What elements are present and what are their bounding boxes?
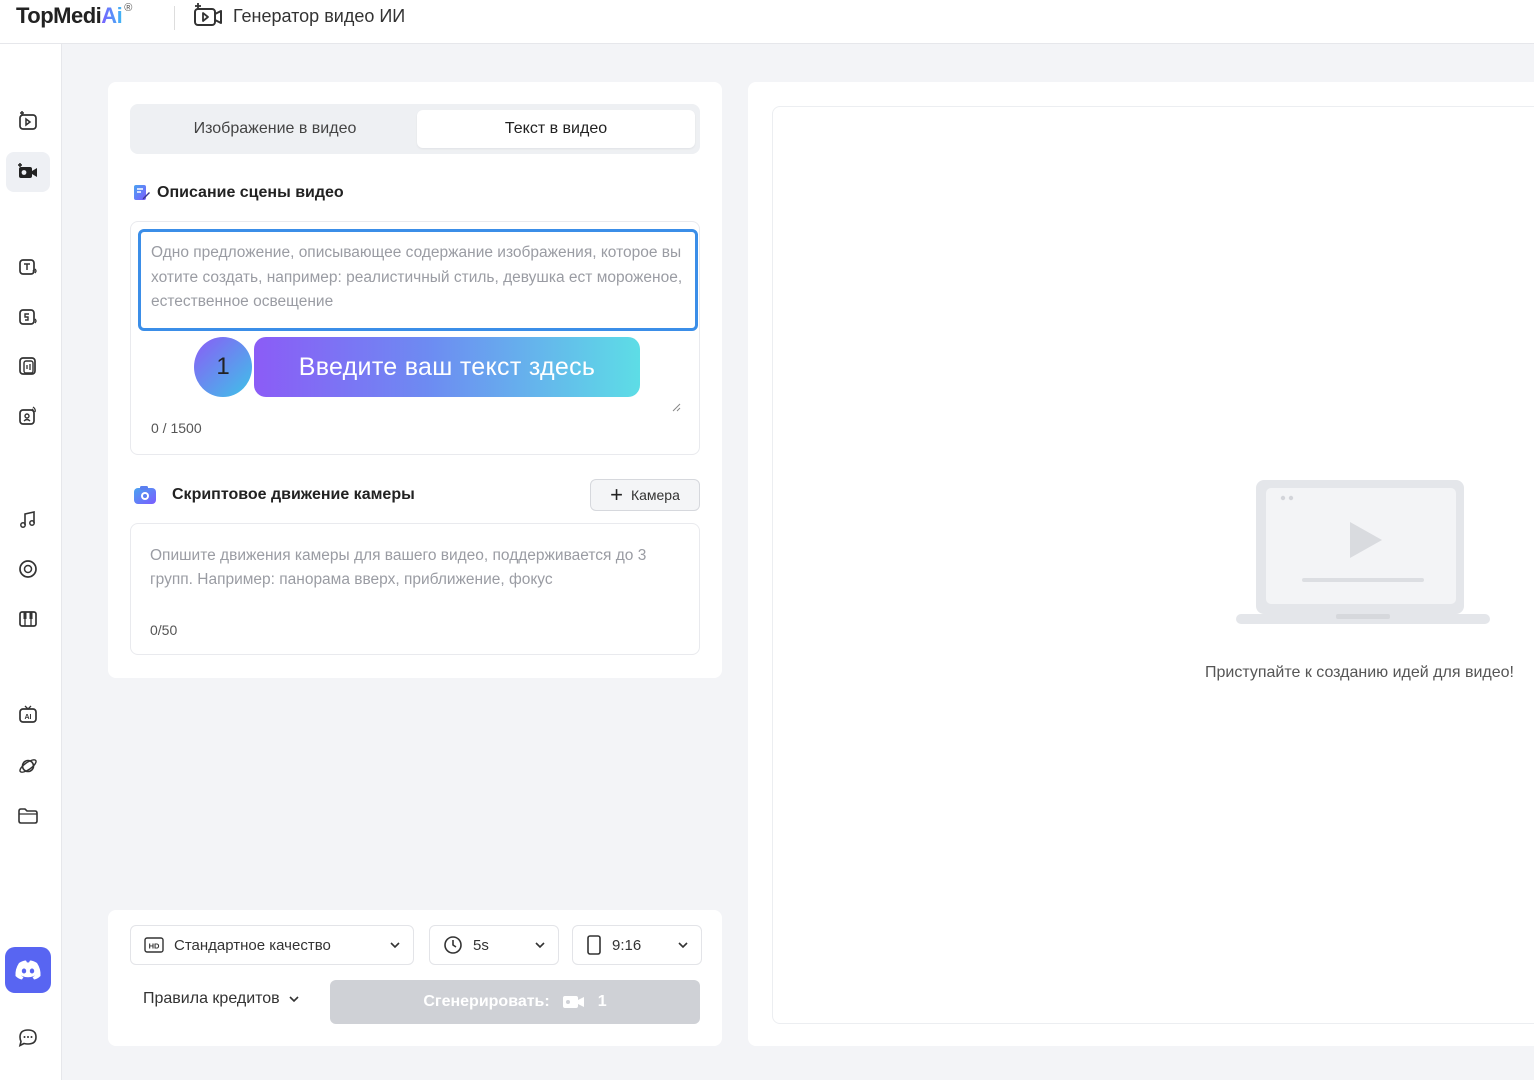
- chevron-down-icon: [535, 942, 545, 949]
- chevron-down-icon: [289, 996, 299, 1003]
- sidebar-item-files[interactable]: [6, 796, 50, 836]
- feedback-button[interactable]: [6, 1018, 50, 1058]
- quality-value: Стандартное качество: [174, 936, 331, 954]
- chevron-down-icon: [390, 942, 400, 949]
- credit-rules-label: Правила кредитов: [143, 990, 280, 1007]
- sidebar-item-explore[interactable]: [6, 746, 50, 786]
- plus-icon: +: [610, 482, 623, 507]
- text-to-speech-icon: [19, 259, 37, 275]
- image-to-video-icon: [19, 111, 37, 130]
- scene-description-input[interactable]: Одно предложение, описывающее содержание…: [138, 229, 698, 331]
- sidebar-item-piano[interactable]: [6, 599, 50, 639]
- tab-image-to-video[interactable]: Изображение в видео: [136, 110, 414, 148]
- camera-motion-box[interactable]: Опишите движения камеры для вашего видео…: [130, 523, 700, 655]
- hd-icon: HD: [144, 937, 164, 953]
- chevron-down-icon: [678, 942, 688, 949]
- music-icon: [20, 511, 35, 528]
- duration-value: 5s: [473, 936, 489, 954]
- quality-select[interactable]: HD Стандартное качество: [130, 925, 414, 965]
- divider: [174, 6, 175, 30]
- duration-select[interactable]: 5s: [429, 925, 559, 965]
- logo-registered: ®: [124, 2, 132, 14]
- mode-tabs: Изображение в видео Текст в видео: [130, 104, 700, 154]
- sidebar-item-ai-tools[interactable]: AI: [6, 695, 50, 735]
- video-generator-icon: [194, 3, 222, 26]
- empty-state-text: Приступайте к созданию идей для видео!: [1205, 664, 1514, 681]
- sidebar-item-vinyl[interactable]: [6, 549, 50, 589]
- scene-char-counter: 0 / 1500: [151, 420, 202, 436]
- generation-settings: HD Стандартное качество 5s 9:16 Правила …: [108, 910, 722, 1046]
- add-camera-label: Камера: [630, 487, 680, 503]
- camera-motion-input[interactable]: Опишите движения камеры для вашего видео…: [150, 544, 690, 592]
- sidebar-item-speech[interactable]: [6, 297, 50, 337]
- planet-icon: [19, 759, 37, 773]
- voice-icon: [19, 357, 36, 375]
- svg-text:AI: AI: [25, 714, 32, 721]
- phone-icon: [586, 935, 602, 955]
- logo[interactable]: TopMediAi ®: [16, 2, 132, 29]
- generate-label: Сгенерировать:: [423, 993, 550, 1010]
- add-camera-button[interactable]: + Камера: [590, 479, 700, 511]
- video-credit-icon: [562, 996, 584, 1008]
- aspect-ratio-value: 9:16: [612, 936, 642, 954]
- generate-cost: 1: [597, 993, 607, 1010]
- ai-chat-icon: AI: [19, 705, 37, 723]
- top-bar: TopMediAi ® Генератор видео ИИ: [0, 0, 1534, 44]
- svg-text:HD: HD: [149, 942, 160, 951]
- discord-button[interactable]: [5, 947, 51, 993]
- sidebar-item-music[interactable]: [6, 499, 50, 539]
- resize-handle-icon[interactable]: [671, 402, 681, 412]
- voice-clone-icon: [19, 406, 36, 425]
- logo-ai: Ai: [101, 3, 123, 28]
- generate-button[interactable]: Сгенерировать: 1: [330, 980, 700, 1024]
- tab-text-to-video[interactable]: Текст в видео: [417, 110, 695, 148]
- tip-banner: Введите ваш текст здесь: [254, 337, 640, 397]
- logo-main: TopMedi: [16, 3, 102, 28]
- sidebar-item-text-to-speech[interactable]: [6, 247, 50, 287]
- camera-char-counter: 0/50: [150, 622, 178, 638]
- aspect-ratio-select[interactable]: 9:16: [572, 925, 702, 965]
- credit-rules-dropdown[interactable]: Правила кредитов: [143, 990, 300, 1008]
- sidebar-item-text-to-video[interactable]: [6, 152, 50, 192]
- page-title: Генератор видео ИИ: [233, 6, 406, 26]
- tip-step-number: 1: [194, 337, 252, 397]
- laptop-video-icon: [1236, 480, 1490, 624]
- sidebar-item-voice-clone[interactable]: [6, 396, 50, 436]
- scene-title: Описание сцены видео: [157, 184, 344, 201]
- camera-motion-title: Скриптовое движение камеры: [172, 486, 415, 503]
- video-camera-icon: [18, 163, 37, 178]
- sidebar: AI: [0, 44, 62, 1080]
- folder-icon: [18, 808, 38, 824]
- generator-panel: Изображение в видео Текст в видео Описан…: [108, 82, 722, 678]
- sidebar-item-voice[interactable]: [6, 346, 50, 386]
- piano-icon: [19, 611, 37, 627]
- speech-icon: [19, 309, 37, 325]
- clock-icon: [443, 935, 463, 955]
- vinyl-icon: [19, 560, 37, 578]
- edit-note-icon: [134, 185, 150, 200]
- sidebar-item-image-to-video[interactable]: [6, 101, 50, 141]
- chat-bubble-icon: [18, 1029, 37, 1047]
- camera-icon: [134, 486, 156, 504]
- discord-icon: [15, 960, 41, 980]
